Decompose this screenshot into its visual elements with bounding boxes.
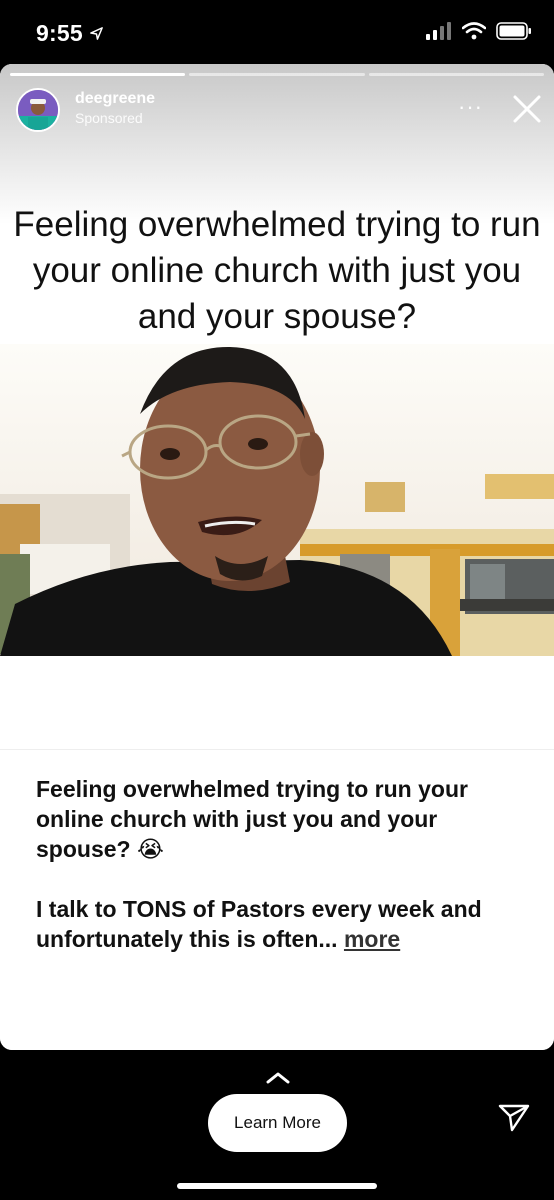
avatar-image [18, 90, 58, 130]
chevron-up-icon[interactable] [264, 1070, 292, 1086]
location-arrow-icon [89, 27, 103, 40]
story-progress [10, 73, 544, 76]
send-icon[interactable] [497, 1100, 531, 1134]
sponsored-label: Sponsored [75, 110, 143, 126]
home-indicator[interactable] [177, 1183, 377, 1189]
progress-segment [368, 73, 544, 76]
more-link[interactable]: more [344, 926, 400, 952]
caption-paragraph-1: Feeling overwhelmed trying to run your o… [36, 776, 468, 862]
more-options-icon[interactable]: ··· [458, 94, 483, 120]
caption-paragraph-2-text: I talk to TONS of Pastors every week and… [36, 896, 482, 952]
story-card[interactable]: deegreene Sponsored ··· Feeling overwhel… [0, 64, 554, 1050]
status-time: 9:55 [36, 20, 104, 47]
status-bar: 9:55 [0, 0, 554, 64]
caption-paragraph-2: I talk to TONS of Pastors every week and… [36, 894, 526, 954]
top-gradient [0, 64, 554, 224]
wifi-icon [462, 22, 486, 40]
story-media[interactable]: deegreene Sponsored ··· Feeling overwhel… [0, 64, 554, 749]
progress-segment [189, 73, 365, 76]
username[interactable]: deegreene [75, 90, 155, 108]
caption-area: Feeling overwhelmed trying to run your o… [0, 749, 554, 1050]
clock-text: 9:55 [36, 20, 83, 46]
status-icons [426, 22, 532, 40]
close-icon[interactable] [510, 92, 544, 126]
story-headline: Feeling overwhelmed trying to run your o… [13, 205, 541, 336]
learn-more-button[interactable]: Learn More [208, 1094, 347, 1152]
video-frame [0, 344, 554, 656]
progress-segment [10, 73, 186, 76]
battery-icon [496, 22, 531, 40]
signal-icon [426, 22, 451, 40]
avatar[interactable] [16, 88, 60, 132]
ad-caption: Feeling overwhelmed trying to run your o… [36, 774, 526, 954]
